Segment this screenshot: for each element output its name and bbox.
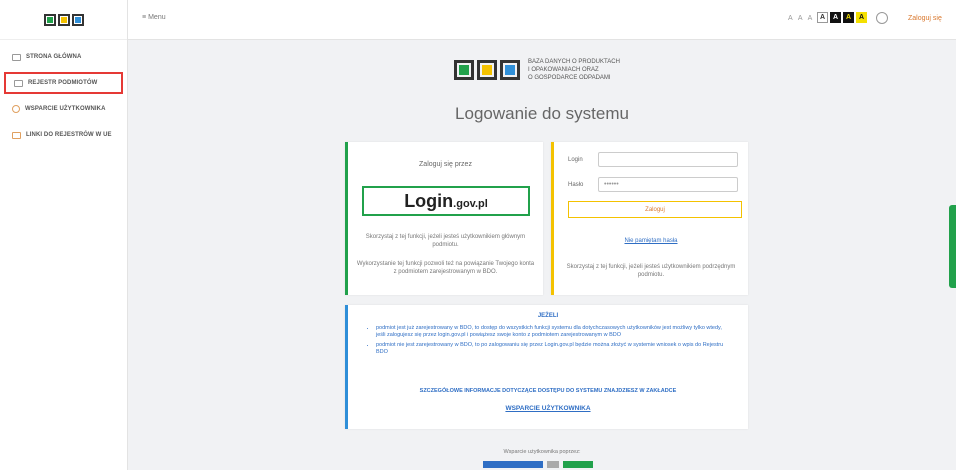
logo-square-yellow: [477, 60, 497, 80]
login-gov-description: Skorzystaj z tej funkcji, jeżeli jesteś …: [365, 234, 526, 248]
login-row: Login: [568, 152, 738, 167]
feedback-tab[interactable]: [949, 205, 956, 288]
brand-text: BAZA DANYCH O PRODUKTACH I OPAKOWANIACH …: [528, 58, 620, 82]
contrast-yellow-black-button[interactable]: A: [856, 12, 867, 23]
register-icon: [14, 79, 23, 87]
subordinate-user-description: Skorzystaj z tej funkcji, jeżeli jesteś …: [566, 264, 736, 278]
sidebar-item-label: REJESTR PODMIOTÓW: [28, 80, 98, 86]
sidebar-item-support[interactable]: WSPARCIE UŻYTKOWNIKA: [4, 98, 123, 120]
info-card: JEŻELI podmiot jest już zarejestrowany w…: [345, 305, 748, 429]
menu-button[interactable]: ≡ Menu: [142, 14, 166, 21]
logo-square-blue: [500, 60, 520, 80]
password-input[interactable]: ••••••: [598, 177, 738, 192]
globe-icon[interactable]: [876, 12, 888, 24]
sidebar: STRONA GŁÓWNA REJESTR PODMIOTÓW WSPARCIE…: [0, 0, 128, 470]
info-list: podmiot jest już zarejestrowany w BDO, t…: [376, 325, 728, 359]
login-gov-logo-main: Login: [404, 190, 454, 211]
help-icon: [12, 105, 20, 113]
support-badge-separator: [547, 461, 559, 468]
login-gov-card: Zaloguj się przez Login .gov.pl Skorzyst…: [345, 142, 543, 295]
brand-line: O GOSPODARCE ODPADAMI: [528, 75, 611, 81]
hamburger-icon: ≡: [142, 14, 147, 21]
contrast-default-button[interactable]: A: [817, 12, 828, 23]
menu-label: Menu: [148, 14, 166, 21]
brand-line: BAZA DANYCH O PRODUKTACH: [528, 59, 620, 65]
logo-square-green: [43, 13, 56, 26]
sidebar-item-home[interactable]: STRONA GŁÓWNA: [4, 46, 123, 68]
logo-square-green: [454, 60, 474, 80]
brand-header: BAZA DANYCH O PRODUKTACH I OPAKOWANIACH …: [454, 58, 620, 82]
logo-square-yellow: [57, 13, 70, 26]
support-badge[interactable]: [483, 461, 543, 468]
font-size-controls[interactable]: A A A: [788, 15, 814, 22]
password-row: Hasło ••••••: [568, 177, 738, 192]
topbar: ≡ Menu A A A A A A A Zaloguj się: [128, 0, 956, 40]
forgot-password-link[interactable]: Nie pamiętam hasła: [554, 238, 748, 244]
home-icon: [12, 53, 21, 61]
sidebar-item-eu-links[interactable]: LINKI DO REJESTRÓW W UE: [4, 124, 123, 146]
sidebar-item-label: LINKI DO REJESTRÓW W UE: [26, 132, 112, 138]
support-badge[interactable]: [563, 461, 593, 468]
login-label: Login: [568, 156, 583, 163]
login-form-card: Login Hasło •••••• Zaloguj Nie pamiętam …: [551, 142, 748, 295]
sidebar-item-register[interactable]: REJESTR PODMIOTÓW: [4, 72, 123, 94]
folder-icon: [12, 131, 21, 139]
info-more-text: SZCZEGÓŁOWE INFORMACJE DOTYCZĄCE DOSTĘPU…: [419, 388, 677, 394]
login-input[interactable]: [598, 152, 738, 167]
bdo-logo[interactable]: [0, 0, 127, 40]
info-item: podmiot nie jest zarejestrowany w BDO, t…: [376, 342, 728, 356]
support-text: Wsparcie użytkownika poprzez:: [503, 449, 581, 455]
contrast-controls: A A A A: [817, 12, 867, 23]
bdo-logo-large: [454, 60, 520, 80]
info-item: podmiot jest już zarejestrowany w BDO, t…: [376, 325, 728, 339]
info-title: JEŻELI: [537, 313, 559, 319]
login-gov-link-description: Wykorzystanie tej funkcji pozwoli też na…: [356, 261, 535, 275]
password-label: Hasło: [568, 181, 584, 188]
login-link[interactable]: Zaloguj się: [908, 15, 942, 22]
login-gov-heading: Zaloguj się przez: [419, 161, 472, 168]
logo-square-blue: [71, 13, 84, 26]
sidebar-item-label: WSPARCIE UŻYTKOWNIKA: [25, 106, 106, 112]
login-gov-logo-suffix: .gov.pl: [453, 197, 488, 210]
sidebar-item-label: STRONA GŁÓWNA: [26, 54, 82, 60]
user-support-link[interactable]: WSPARCIE UŻYTKOWNIKA: [348, 405, 748, 412]
page-title: Logowanie do systemu: [455, 104, 629, 123]
login-gov-button[interactable]: Login .gov.pl: [362, 186, 530, 216]
brand-line: I OPAKOWANIACH ORAZ: [528, 67, 599, 73]
login-submit-button[interactable]: Zaloguj: [568, 201, 742, 218]
support-badges: [483, 461, 593, 468]
contrast-black-yellow-button[interactable]: A: [843, 12, 854, 23]
contrast-black-white-button[interactable]: A: [830, 12, 841, 23]
